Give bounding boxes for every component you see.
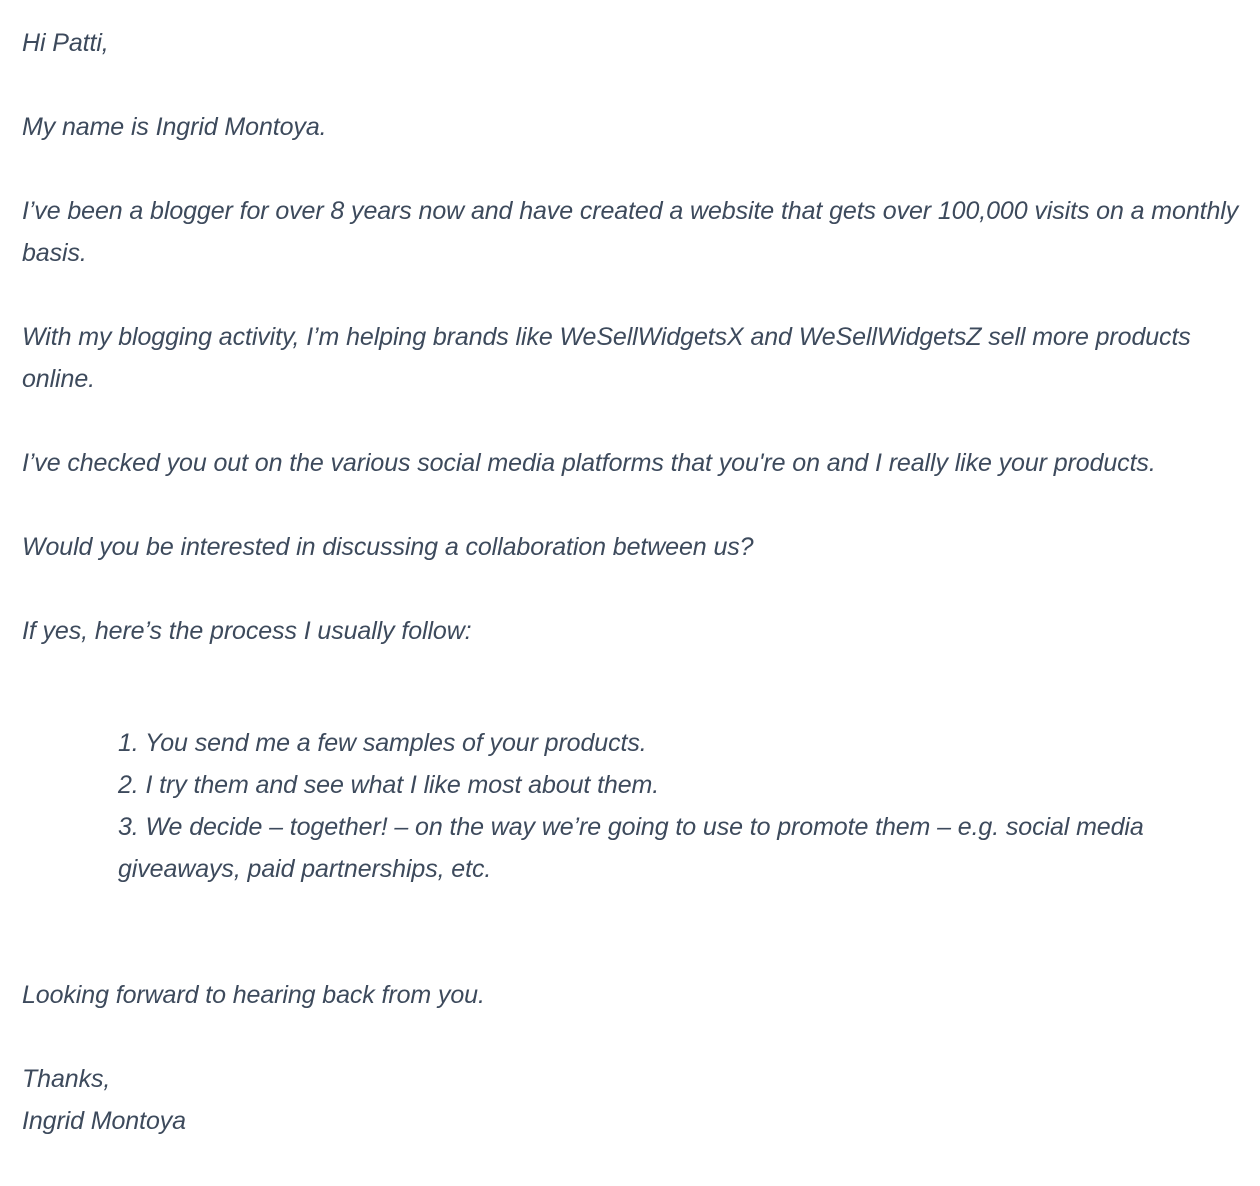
greeting: Hi Patti, [22,29,109,57]
process-step: 1. You send me a few samples of your pro… [118,729,647,757]
products-paragraph: I’ve checked you out on the various soci… [22,449,1156,477]
process-list: 1. You send me a few samples of your pro… [22,722,1252,890]
closing-line: Looking forward to hearing back from you… [22,981,485,1009]
email-body: Hi Patti, My name is Ingrid Montoya. I’v… [22,22,1252,1142]
experience-paragraph: I’ve been a blogger for over 8 years now… [22,197,1239,267]
collaboration-question: Would you be interested in discussing a … [22,533,754,561]
signoff: Thanks, [22,1065,111,1093]
process-step: 3. We decide – together! – on the way we… [118,813,1144,883]
process-step: 2. I try them and see what I like most a… [118,771,660,799]
signature: Ingrid Montoya [22,1107,186,1135]
intro-paragraph: My name is Ingrid Montoya. [22,113,327,141]
process-intro: If yes, here’s the process I usually fol… [22,617,472,645]
brands-paragraph: With my blogging activity, I’m helping b… [22,323,1191,393]
